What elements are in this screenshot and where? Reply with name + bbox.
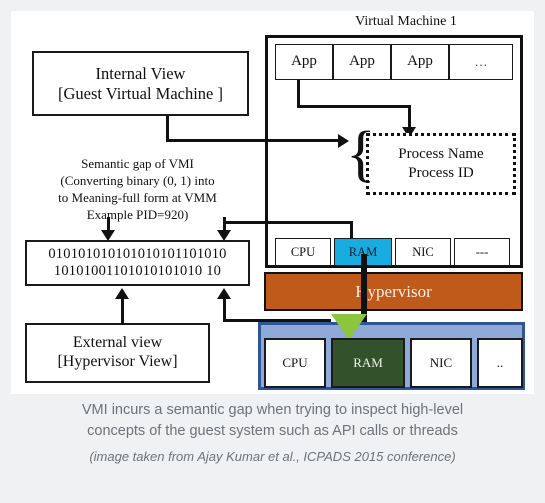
caption-credit: (image taken from Ajay Kumar et al., ICP… <box>89 449 456 464</box>
app-box-ellipsis: … <box>449 44 513 80</box>
binary-line1: 010101010101010101101010 <box>48 245 227 262</box>
host-connector-v-left <box>223 299 226 321</box>
host-hw-cpu: CPU <box>264 338 326 388</box>
semantic-gap-line4: Example PID=920) <box>86 207 189 223</box>
app-box-2: App <box>333 44 391 80</box>
app-connector-h1 <box>297 105 411 108</box>
app-connector-v1 <box>297 80 300 108</box>
semantic-gap-line3: to Meaning-full form at VMM <box>58 190 217 206</box>
app-box-1: App <box>275 44 333 80</box>
external-view-connector-v <box>121 299 124 324</box>
guest-hw-nic: NIC <box>395 238 451 266</box>
figure-panel: Virtual Machine 1 App App App … Process … <box>11 11 534 394</box>
external-view-arrowhead-icon <box>115 288 129 299</box>
binary-inbound-arrowhead-right-icon <box>217 230 231 241</box>
semantic-gap-line2: (Converting binary (0, 1) into <box>60 173 215 189</box>
host-hw-ram: RAM <box>331 338 405 388</box>
semantic-gap-note: Semantic gap of VMI (Converting binary (… <box>25 155 250 224</box>
memory-mapping-trapezoid-icon <box>331 314 367 340</box>
process-name-label: Process Name <box>398 146 484 163</box>
app-box-3: App <box>391 44 449 80</box>
external-view-line2: [Hypervisor View] <box>57 353 178 370</box>
internal-view-box: Internal View [Guest Virtual Machine ] <box>32 51 249 116</box>
host-hw-other: .. <box>477 338 523 388</box>
vm-title: Virtual Machine 1 <box>355 14 457 29</box>
caption-line-2: concepts of the guest system such as API… <box>87 423 458 439</box>
process-info-box: Process Name Process ID <box>366 133 516 195</box>
internal-view-line2: [Guest Virtual Machine ] <box>57 83 224 103</box>
internal-view-connector-h <box>166 139 341 142</box>
external-view-box: External view [Hypervisor View] <box>25 323 210 383</box>
vmm-connector-h <box>223 221 353 224</box>
external-view-line1: External view <box>72 334 163 352</box>
internal-view-arrowhead-icon <box>338 134 349 148</box>
host-connector-arrowhead-icon <box>217 288 231 299</box>
guest-hw-other: --- <box>454 238 510 266</box>
binary-line2: 10101001101010101010 10 <box>53 263 222 279</box>
binary-view-box: 010101010101010101101010 101010011010101… <box>25 240 250 286</box>
semantic-gap-line1: Semantic gap of VMI <box>81 156 194 171</box>
internal-view-line1: Internal View <box>95 64 186 84</box>
host-hw-nic: NIC <box>410 338 472 388</box>
process-id-label: Process ID <box>408 165 474 181</box>
brace-icon: { <box>346 120 376 188</box>
caption-line-1: VMI incurs a semantic gap when trying to… <box>81 402 464 418</box>
caption: VMI incurs a semantic gap when trying to… <box>0 400 545 464</box>
vmm-connector-v-right <box>350 221 353 239</box>
hypervisor-bar: Hypervisor <box>264 272 523 311</box>
binary-inbound-arrowhead-left-icon <box>101 230 115 241</box>
guest-hw-cpu: CPU <box>275 238 331 266</box>
app-connector-v2 <box>408 105 411 129</box>
